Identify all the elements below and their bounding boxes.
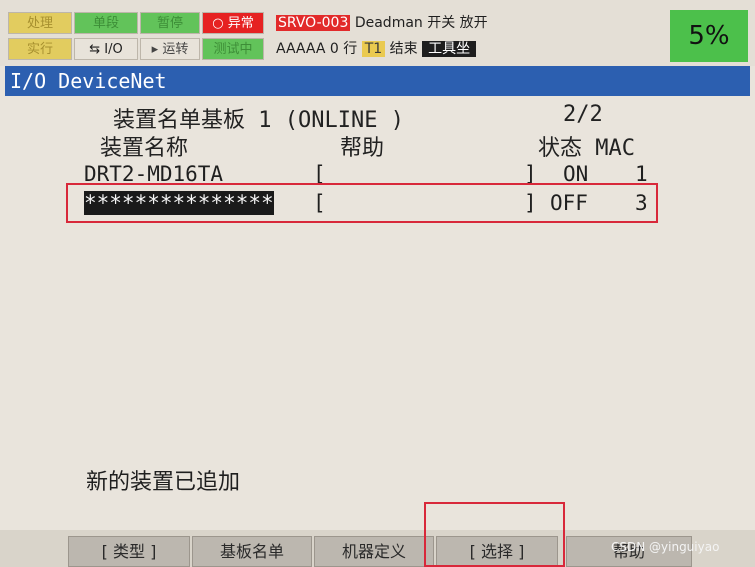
column-header-status-mac: 状态 MAC [538,136,635,161]
teach-pendant-screen: 处理 单段 暂停 ○ 异常 实行 ⇆ I/O ▸ 运转 测试中 SRVO-003… [0,0,755,567]
f1-type-button[interactable]: [ 类型 ] [68,536,190,567]
page-indicator: 2/2 [563,102,603,127]
program-name: AAAAA [276,41,326,57]
status-message: 新的装置已追加 [86,470,241,495]
step-led: 单段 [74,12,138,34]
run-led: 实行 [8,38,72,60]
selected-row-highlight [66,183,658,223]
line-number: 0 [329,41,339,57]
busy-led: 处理 [8,12,72,34]
screen-title: I/O DeviceNet [5,66,750,96]
test-led: 测试中 [202,38,264,60]
program-line: AAAAA 0 行 T1 结束 工具坐 [276,38,477,58]
watermark: CSDN @yinguiyao [611,540,720,554]
alarm-detail: 开关 放开 [427,15,488,31]
column-header-name: 装置名称 [100,136,189,161]
alarm-text: Deadman [354,15,423,31]
fault-led: ○ 异常 [202,12,264,34]
prod-icon: ▸ [151,42,159,57]
f2-board-list-button[interactable]: 基板名单 [192,536,312,567]
line-label: 行 [343,41,358,57]
column-header-help: 帮助 [340,136,385,161]
alarm-line: SRVO-003 Deadman 开关 放开 [276,12,488,32]
prod-led-label: 运转 [162,42,189,57]
select-key-highlight [424,502,565,567]
hold-led: 暂停 [140,12,200,34]
status-bar: 处理 单段 暂停 ○ 异常 实行 ⇆ I/O ▸ 运转 测试中 SRVO-003… [0,0,755,66]
io-led-label: I/O [104,42,123,57]
frame-badge: 工具坐 [422,41,477,57]
fault-circle-icon: ○ [212,16,224,31]
io-icon: ⇆ [89,42,101,57]
speed-override[interactable]: 5% [670,10,748,62]
fault-led-label: 异常 [227,16,254,31]
program-state: 结束 [389,41,418,57]
mode-badge: T1 [361,41,386,57]
alarm-code: SRVO-003 [276,15,351,31]
io-led: ⇆ I/O [74,38,138,60]
prod-led: ▸ 运转 [140,38,200,60]
f3-device-define-button[interactable]: 机器定义 [314,536,434,567]
